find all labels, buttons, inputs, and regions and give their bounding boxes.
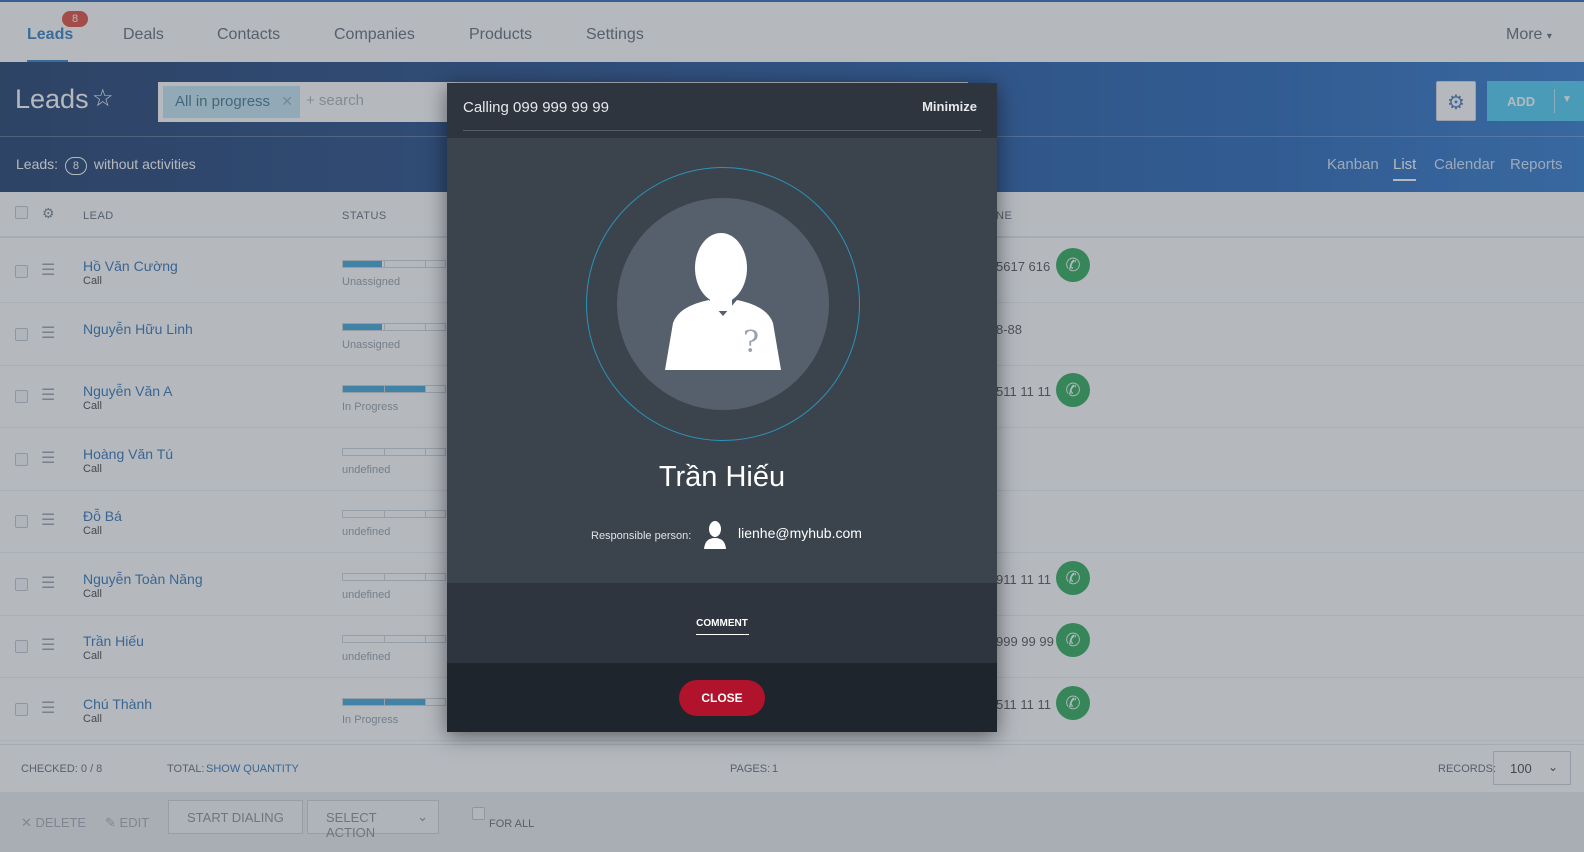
minimize-button[interactable]: Minimize bbox=[922, 99, 977, 114]
caller-avatar: ? bbox=[617, 198, 829, 410]
close-button[interactable]: CLOSE bbox=[679, 680, 765, 716]
call-dialog: Calling 099 999 99 99 Minimize ? Trần Hi… bbox=[447, 83, 997, 732]
caller-name[interactable]: Trần Hiếu bbox=[447, 461, 997, 494]
svg-text:?: ? bbox=[743, 325, 759, 360]
call-dialog-footer: CLOSE bbox=[447, 663, 997, 732]
comment-section: COMMENT bbox=[447, 583, 997, 663]
user-icon bbox=[703, 521, 727, 554]
unknown-person-icon: ? bbox=[665, 233, 781, 370]
comment-tab-underline bbox=[696, 634, 749, 635]
responsible-email[interactable]: lienhe@myhub.com bbox=[738, 525, 862, 541]
header-divider bbox=[463, 130, 981, 131]
tab-comment[interactable]: COMMENT bbox=[447, 618, 997, 629]
responsible-label: Responsible person: bbox=[591, 530, 692, 542]
call-dialog-title: Calling 099 999 99 99 bbox=[463, 99, 609, 116]
call-dialog-header: Calling 099 999 99 99 Minimize bbox=[447, 83, 997, 138]
